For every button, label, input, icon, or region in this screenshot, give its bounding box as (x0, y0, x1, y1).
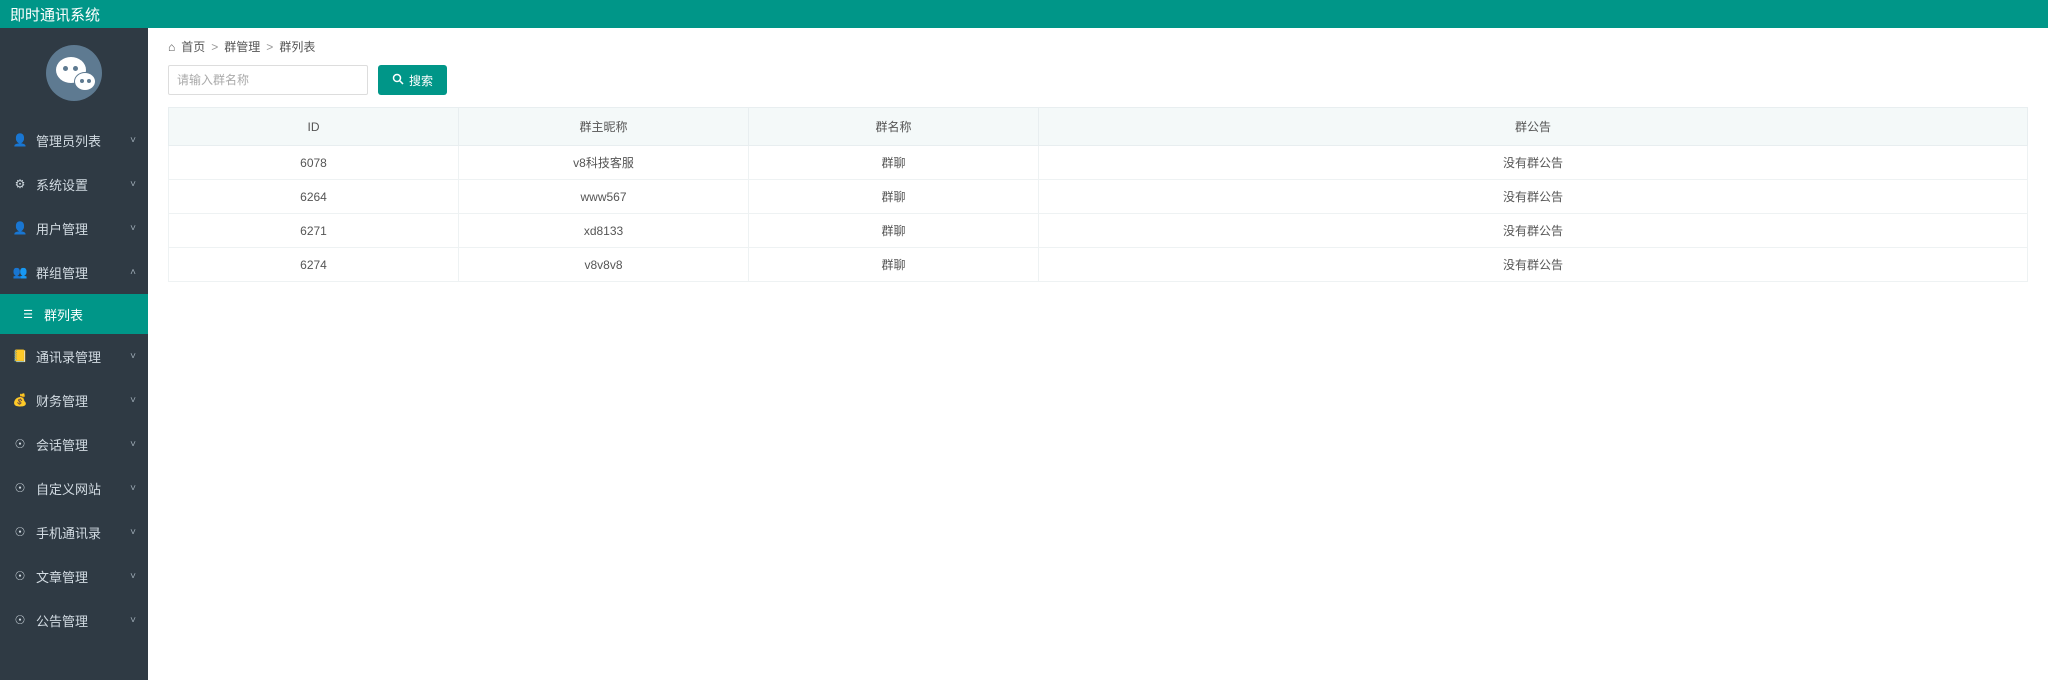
table-row[interactable]: 6264www567群聊没有群公告 (169, 180, 2028, 214)
sidebar-item-label: 自定义网站 (36, 479, 101, 498)
content-area: ⌂ 首页 > 群管理 > 群列表 搜索 (148, 28, 2048, 680)
sidebar-item-label: 财务管理 (36, 391, 88, 410)
chevron-down-icon: ˅ (130, 351, 136, 362)
logo-wrap (0, 28, 148, 118)
sidebar-subitem-label: 群列表 (44, 305, 83, 324)
breadcrumb-sep: > (266, 40, 273, 54)
sidebar-item-1[interactable]: ⚙ 系统设置 ˅ (0, 162, 148, 206)
breadcrumb-sep: > (211, 40, 218, 54)
group-icon: 👥 (12, 265, 28, 279)
cell-owner: v8v8v8 (459, 248, 749, 282)
sidebar-item-10[interactable]: ☉ 公告管理 ˅ (0, 598, 148, 642)
sidebar-item-label: 公告管理 (36, 611, 88, 630)
sidebar-item-5[interactable]: 💰 财务管理 ˅ (0, 378, 148, 422)
breadcrumb-level1[interactable]: 群管理 (224, 38, 260, 55)
chevron-down-icon: ˅ (130, 395, 136, 406)
gear-icon: ⚙ (12, 177, 28, 191)
cell-name: 群聊 (749, 214, 1039, 248)
home-icon: ⌂ (168, 40, 175, 54)
th-id: ID (169, 108, 459, 146)
cell-notice: 没有群公告 (1039, 146, 2028, 180)
sidebar-item-7[interactable]: ☉ 自定义网站 ˅ (0, 466, 148, 510)
sidebar-item-4[interactable]: 📒 通讯录管理 ˅ (0, 334, 148, 378)
cell-id: 6271 (169, 214, 459, 248)
cell-id: 6078 (169, 146, 459, 180)
chevron-down-icon: ˅ (130, 527, 136, 538)
search-button[interactable]: 搜索 (378, 65, 447, 95)
notice-icon: ☉ (12, 613, 28, 627)
chevron-down-icon: ˅ (130, 571, 136, 582)
sidebar-item-label: 管理员列表 (36, 131, 101, 150)
list-icon: ☰ (20, 308, 36, 321)
top-bar: 即时通讯系统 (0, 0, 2048, 28)
sidebar-item-8[interactable]: ☉ 手机通讯录 ˅ (0, 510, 148, 554)
user-icon: 👤 (12, 221, 28, 235)
person-icon: 👤 (12, 133, 28, 147)
phone-icon: ☉ (12, 525, 28, 539)
th-owner: 群主昵称 (459, 108, 749, 146)
sidebar-item-2[interactable]: 👤 用户管理 ˅ (0, 206, 148, 250)
chevron-up-icon: ˄ (130, 267, 136, 278)
cell-owner: www567 (459, 180, 749, 214)
app-title: 即时通讯系统 (10, 4, 100, 25)
search-icon (392, 73, 404, 88)
cell-owner: v8科技客服 (459, 146, 749, 180)
chevron-down-icon: ˅ (130, 483, 136, 494)
chevron-down-icon: ˅ (130, 223, 136, 234)
sidebar-nav: 👤 管理员列表 ˅ ⚙ 系统设置 ˅ 👤 用户管理 ˅ 👥 群组管理 ˄ ☰ 群列表 📒 通讯录管理 ˅ 💰 财务管… (0, 118, 148, 680)
search-button-label: 搜索 (409, 72, 433, 89)
sidebar: 👤 管理员列表 ˅ ⚙ 系统设置 ˅ 👤 用户管理 ˅ 👥 群组管理 ˄ ☰ 群列表 📒 通讯录管理 ˅ 💰 财务管… (0, 28, 148, 680)
sidebar-item-label: 文章管理 (36, 567, 88, 586)
sidebar-item-6[interactable]: ☉ 会话管理 ˅ (0, 422, 148, 466)
chevron-down-icon: ˅ (130, 135, 136, 146)
sidebar-item-3[interactable]: 👥 群组管理 ˄ (0, 250, 148, 294)
cell-name: 群聊 (749, 146, 1039, 180)
cell-owner: xd8133 (459, 214, 749, 248)
sidebar-item-label: 用户管理 (36, 219, 88, 238)
sidebar-subitem-group-list[interactable]: ☰ 群列表 (0, 294, 148, 334)
cell-name: 群聊 (749, 180, 1039, 214)
finance-icon: 💰 (12, 393, 28, 407)
contacts-icon: 📒 (12, 349, 28, 363)
th-name: 群名称 (749, 108, 1039, 146)
search-row: 搜索 (168, 65, 2028, 95)
article-icon: ☉ (12, 569, 28, 583)
breadcrumb: ⌂ 首页 > 群管理 > 群列表 (148, 28, 2048, 65)
sidebar-item-label: 系统设置 (36, 175, 88, 194)
sidebar-item-label: 群组管理 (36, 263, 88, 282)
search-input[interactable] (168, 65, 368, 95)
chevron-down-icon: ˅ (130, 439, 136, 450)
sidebar-item-0[interactable]: 👤 管理员列表 ˅ (0, 118, 148, 162)
table-row[interactable]: 6078v8科技客服群聊没有群公告 (169, 146, 2028, 180)
cell-notice: 没有群公告 (1039, 248, 2028, 282)
cell-id: 6274 (169, 248, 459, 282)
sidebar-item-label: 通讯录管理 (36, 347, 101, 366)
chevron-down-icon: ˅ (130, 179, 136, 190)
group-table: ID 群主昵称 群名称 群公告 6078v8科技客服群聊没有群公告6264www… (168, 107, 2028, 282)
th-notice: 群公告 (1039, 108, 2028, 146)
cell-notice: 没有群公告 (1039, 180, 2028, 214)
chat-icon: ☉ (12, 437, 28, 451)
cell-notice: 没有群公告 (1039, 214, 2028, 248)
cell-id: 6264 (169, 180, 459, 214)
breadcrumb-home[interactable]: 首页 (181, 38, 205, 55)
site-icon: ☉ (12, 481, 28, 495)
cell-name: 群聊 (749, 248, 1039, 282)
table-row[interactable]: 6271xd8133群聊没有群公告 (169, 214, 2028, 248)
breadcrumb-level2: 群列表 (279, 38, 315, 55)
sidebar-item-9[interactable]: ☉ 文章管理 ˅ (0, 554, 148, 598)
table-row[interactable]: 6274v8v8v8群聊没有群公告 (169, 248, 2028, 282)
chevron-down-icon: ˅ (130, 615, 136, 626)
sidebar-item-label: 手机通讯录 (36, 523, 101, 542)
wechat-logo-icon (46, 45, 102, 101)
sidebar-item-label: 会话管理 (36, 435, 88, 454)
